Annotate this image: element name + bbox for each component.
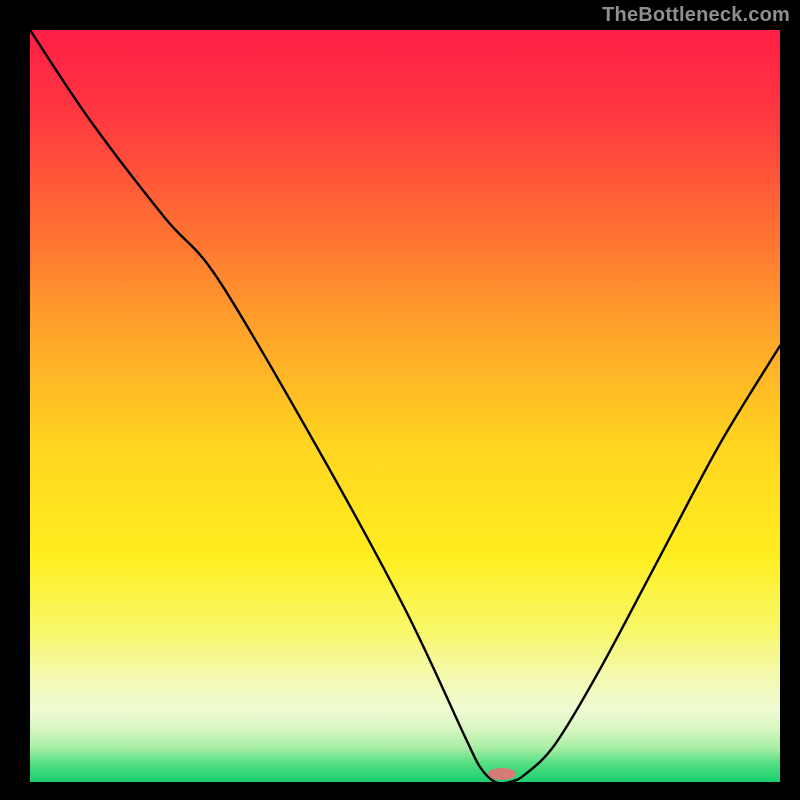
plot-background — [30, 30, 780, 782]
chart-svg — [0, 0, 800, 800]
watermark: TheBottleneck.com — [602, 4, 790, 27]
optimal-marker — [488, 768, 516, 780]
chart-frame: { "watermark": "TheBottleneck.com", "plo… — [0, 0, 800, 800]
